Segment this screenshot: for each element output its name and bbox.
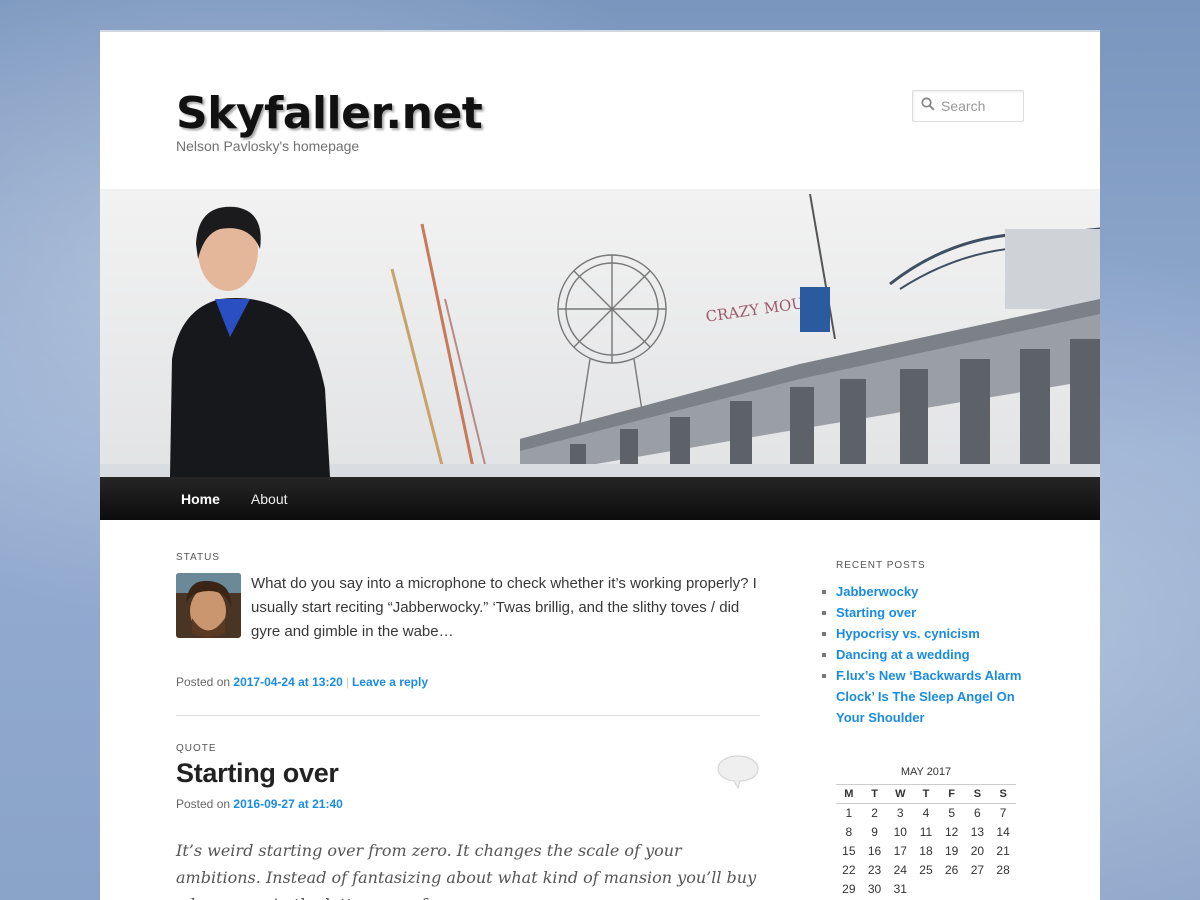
post-status: STATUS What do you say into a microphone…: [176, 552, 760, 689]
calendar-day: 14: [996, 825, 1010, 839]
list-item: Jabberwocky: [822, 581, 1036, 602]
post-date-link[interactable]: 2016-09-27 at 21:40: [233, 797, 342, 811]
header-banner-image: CRAZY MOUSE: [100, 189, 1100, 477]
weekday-header: T: [861, 784, 888, 804]
list-item: F.lux’s New ‘Backwards Alarm Clock’ Is T…: [822, 665, 1036, 728]
calendar-day: 31: [893, 882, 907, 896]
calendar-day: [939, 880, 965, 899]
leave-reply-link[interactable]: Leave a reply: [352, 675, 428, 689]
calendar-day: [913, 880, 939, 899]
post-meta: Posted on 2017-04-24 at 13:20 | Leave a re…: [176, 675, 760, 689]
calendar-day: 11: [919, 825, 933, 839]
calendar-day: 1: [845, 806, 853, 821]
calendar-day: 15: [842, 844, 856, 858]
calendar-day: 25: [919, 863, 933, 877]
comment-bubble-icon[interactable]: [716, 753, 760, 796]
calendar-day: 6: [974, 806, 981, 821]
search-input[interactable]: [941, 98, 1021, 114]
site-title[interactable]: Skyfaller.net: [176, 88, 483, 139]
post-quote: QUOTE Starting over Posted on 2016-09-27…: [176, 743, 760, 900]
calendar-day: 16: [867, 844, 882, 858]
calendar-week-row: 22 23 24 25 26 27 28: [836, 861, 1016, 880]
calendar-day: 18: [919, 844, 933, 858]
recent-post-link[interactable]: Jabberwocky: [836, 584, 918, 599]
site-description: Nelson Pavlosky's homepage: [176, 138, 360, 154]
calendar-header-row: M T W T F S S: [836, 784, 1016, 804]
recent-post-link[interactable]: Dancing at a wedding: [836, 647, 970, 662]
calendar-week-row: 29 30 31: [836, 880, 1016, 899]
calendar-day: 20: [970, 844, 985, 858]
calendar-day: 21: [996, 844, 1010, 858]
recent-posts-list: Jabberwocky Starting over Hypocrisy vs. …: [822, 581, 1036, 728]
calendar-week-row: 1 2 3 4 5 6 7: [836, 804, 1016, 823]
calendar-day: 26: [944, 863, 959, 877]
calendar-day: 23: [867, 863, 882, 877]
main-nav: Home About: [100, 477, 1100, 520]
calendar-day: 24: [893, 863, 907, 877]
recent-post-link[interactable]: Starting over: [836, 605, 916, 620]
recent-posts-title: RECENT POSTS: [836, 560, 926, 571]
status-text: What do you say into a microphone to che…: [251, 575, 757, 640]
calendar-day: 12: [944, 825, 959, 839]
nav-item-home[interactable]: Home: [181, 491, 220, 507]
page: Skyfaller.net Nelson Pavlosky's homepage: [100, 30, 1100, 900]
calendar-day: 19: [944, 844, 959, 858]
calendar-day: 2: [871, 806, 878, 821]
posted-on-label: Posted on: [176, 675, 231, 689]
calendar-day: 27: [970, 863, 985, 877]
calendar-day: 4: [922, 806, 930, 821]
calendar-day: [965, 880, 991, 899]
search-icon: [921, 96, 935, 116]
weekday-header: T: [913, 784, 939, 804]
list-item: Dancing at a wedding: [822, 644, 1036, 665]
calendar-day: 22: [842, 863, 856, 877]
weekday-header: S: [964, 784, 991, 804]
calendar-day: 9: [871, 825, 878, 839]
list-item: Starting over: [822, 602, 1036, 623]
calendar-day: 8: [845, 825, 853, 839]
search-box[interactable]: [912, 90, 1024, 122]
calendar-day: 3: [896, 806, 904, 821]
calendar-day: 7: [999, 806, 1007, 821]
calendar-table: M T W T F S S 1 2 3 4 5 6 7 8 9 10 11 12…: [836, 784, 1016, 899]
calendar-day: 5: [948, 806, 955, 821]
calendar-day: 10: [893, 825, 907, 839]
weekday-header: W: [887, 784, 914, 804]
list-item: Hypocrisy vs. cynicism: [822, 623, 1036, 644]
nav-item-about[interactable]: About: [251, 491, 288, 507]
posted-on-label: Posted on: [176, 797, 231, 811]
weekday-header: M: [836, 784, 862, 804]
entry-format-label: QUOTE: [176, 743, 217, 754]
weekday-header: S: [990, 784, 1016, 804]
calendar-week-row: 8 9 10 11 12 13 14: [836, 823, 1016, 842]
recent-post-link[interactable]: Hypocrisy vs. cynicism: [836, 626, 980, 641]
post-meta: Posted on 2016-09-27 at 21:40: [176, 797, 760, 811]
post-divider: [176, 715, 760, 716]
calendar-day: [990, 880, 1016, 899]
main-content: STATUS What do you say into a microphone…: [176, 552, 760, 900]
recent-post-link[interactable]: F.lux’s New ‘Backwards Alarm Clock’ Is T…: [836, 668, 1021, 725]
weekday-header: F: [938, 784, 965, 804]
meta-separator: |: [345, 675, 349, 689]
post-date-link[interactable]: 2017-04-24 at 13:20: [233, 675, 342, 689]
avatar: [176, 573, 241, 638]
calendar-day: 30: [867, 882, 882, 896]
calendar-week-row: 15 16 17 18 19 20 21: [836, 842, 1016, 861]
post-title[interactable]: Starting over: [176, 758, 760, 789]
sidebar: RECENT POSTS Jabberwocky Starting over H…: [822, 560, 1036, 899]
quote-text: It’s weird starting over from zero. It c…: [176, 841, 757, 900]
calendar-caption: MAY 2017: [900, 766, 952, 778]
calendar-day: 17: [893, 844, 907, 858]
calendar-day: 13: [970, 825, 985, 839]
entry-format-label: STATUS: [176, 552, 220, 563]
calendar-day: 28: [996, 863, 1010, 877]
calendar-day: 29: [842, 882, 856, 896]
calendar-widget: MAY 2017 M T W T F S S 1 2 3 4 5 6 7 8 9…: [836, 766, 1016, 899]
